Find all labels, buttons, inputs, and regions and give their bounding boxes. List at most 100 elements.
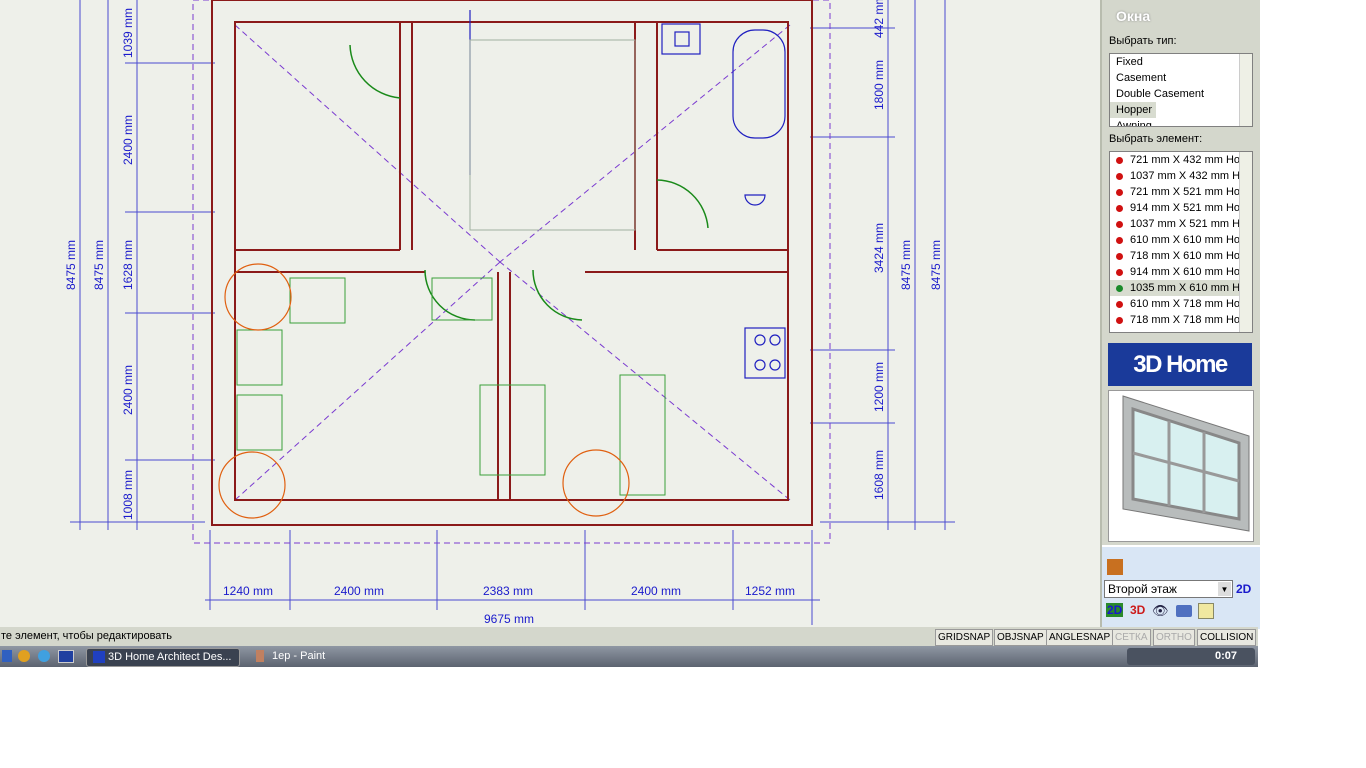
quicklaunch-icon[interactable] xyxy=(2,650,12,662)
type-list-scrollbar[interactable] xyxy=(1239,54,1252,126)
status-dot-icon xyxy=(1116,204,1123,212)
gridsnap-toggle[interactable]: GRIDSNAP xyxy=(935,629,994,646)
element-label: 610 mm X 610 mm Hopper xyxy=(1130,234,1253,246)
element-item[interactable]: 721 mm X 432 mm Hopper xyxy=(1110,152,1252,168)
windows-panel: Окна Выбрать тип: Fixed Casement Double … xyxy=(1100,0,1260,629)
task-paint[interactable]: 1ep - Paint xyxy=(250,648,331,665)
status-dot-icon xyxy=(1116,236,1123,244)
type-item-hopper[interactable]: Hopper xyxy=(1110,102,1157,118)
dim-right-total-2: 8475 mm xyxy=(929,240,943,290)
browser-icon[interactable] xyxy=(38,650,50,662)
dim-bottom-4: 2400 mm xyxy=(631,584,681,598)
box-icon[interactable] xyxy=(1198,603,1214,619)
dim-left-3: 1628 mm xyxy=(121,240,135,290)
dim-bottom-3: 2383 mm xyxy=(483,584,533,598)
status-dot-icon xyxy=(1116,268,1123,276)
floor-select[interactable]: Второй этаж ▼ xyxy=(1104,580,1233,598)
element-item[interactable]: 718 mm X 610 mm Hopper xyxy=(1110,248,1252,264)
element-item[interactable]: 721 mm X 521 mm Hopper xyxy=(1110,184,1252,200)
collision-toggle[interactable]: COLLISION xyxy=(1197,629,1257,646)
dim-right-4: 1200 mm xyxy=(872,362,886,412)
dim-left-1: 1039 mm xyxy=(121,8,135,58)
task-3d-home-architect[interactable]: 3D Home Architect Des... xyxy=(86,648,240,667)
dim-right-3: 3424 mm xyxy=(872,223,886,273)
2d-view-button[interactable]: 2D xyxy=(1106,603,1124,617)
status-dot-icon xyxy=(1116,284,1123,292)
desktop-icon[interactable] xyxy=(58,650,74,663)
status-message: те элемент, чтобы редактировать xyxy=(1,630,172,642)
element-label: 914 mm X 521 mm Hopper xyxy=(1130,202,1253,214)
app-logo: 3D Home Architect xyxy=(1108,343,1252,386)
element-list[interactable]: 721 mm X 432 mm Hopper 1037 mm X 432 mm H… xyxy=(1109,151,1253,333)
dim-bottom-total: 9675 mm xyxy=(484,612,534,626)
element-item[interactable]: 914 mm X 521 mm Hopper xyxy=(1110,200,1252,216)
dim-bottom-1: 1240 mm xyxy=(223,584,273,598)
status-dot-icon xyxy=(1116,300,1123,308)
status-dot-icon xyxy=(1116,188,1123,196)
taskbar: 3D Home Architect Des... 1ep - Paint 0:0… xyxy=(0,646,1258,667)
anglesnap-toggle[interactable]: ANGLESNAP xyxy=(1046,629,1114,646)
element-label: 1037 mm X 521 mm Hopper xyxy=(1130,218,1252,230)
status-dot-icon xyxy=(1116,172,1123,180)
element-label: 718 mm X 718 mm Hopper xyxy=(1130,314,1253,326)
element-item[interactable]: 914 mm X 610 mm Hopper xyxy=(1110,264,1252,280)
element-item[interactable]: 1037 mm X 521 mm Hopper xyxy=(1110,216,1252,232)
3d-view-button[interactable]: 3D xyxy=(1130,603,1145,617)
element-item[interactable]: 610 mm X 610 mm Hopper xyxy=(1110,232,1252,248)
clock: 0:07 xyxy=(1215,650,1238,662)
status-dot-icon xyxy=(1116,252,1123,260)
app-icon xyxy=(93,651,105,664)
element-item[interactable]: 610 mm X 718 mm Hopper xyxy=(1110,296,1252,312)
type-label: Выбрать тип: xyxy=(1109,35,1177,47)
chrome-icon[interactable] xyxy=(18,650,30,662)
element-label: 610 mm X 718 mm Hopper xyxy=(1130,298,1253,310)
type-list[interactable]: Fixed Casement Double Casement Hopper Aw… xyxy=(1109,53,1253,127)
dim-left-total-1: 8475 mm xyxy=(64,240,78,290)
status-dot-icon xyxy=(1116,156,1123,164)
system-tray: 0:07 xyxy=(1127,648,1255,665)
type-item-fixed[interactable]: Fixed xyxy=(1110,54,1252,70)
floor-plan-drawing[interactable]: 1039 mm 2400 mm 1628 mm 2400 mm 1008 mm … xyxy=(0,0,1100,627)
element-label: 1035 mm X 610 mm Hopper xyxy=(1130,282,1252,294)
element-label: 718 mm X 610 mm Hopper xyxy=(1130,250,1253,262)
floor-plan-canvas[interactable]: 1039 mm 2400 mm 1628 mm 2400 mm 1008 mm … xyxy=(0,0,1100,627)
floor-manager-icon[interactable] xyxy=(1107,559,1123,575)
status-bar: те элемент, чтобы редактировать GRIDSNAP… xyxy=(0,627,1258,646)
dim-bottom-5: 1252 mm xyxy=(745,584,795,598)
task-label: 1ep - Paint xyxy=(272,650,326,662)
dim-right-5: 1608 mm xyxy=(872,450,886,500)
type-item-casement[interactable]: Casement xyxy=(1110,70,1252,86)
dim-bottom-2: 2400 mm xyxy=(334,584,384,598)
dim-left-total-2: 8475 mm xyxy=(92,240,106,290)
dim-right-2: 1800 mm xyxy=(872,60,886,110)
panel-title: Окна xyxy=(1116,8,1151,24)
status-dot-icon xyxy=(1116,220,1123,228)
dim-right-1: 442 mm xyxy=(872,0,886,38)
objsnap-toggle[interactable]: OBJSNAP xyxy=(994,629,1047,646)
view-mode-label: 2D xyxy=(1236,582,1252,596)
type-item-awning[interactable]: Awning xyxy=(1110,118,1252,126)
element-label: 721 mm X 432 mm Hopper xyxy=(1130,154,1253,166)
type-item-double-casement[interactable]: Double Casement xyxy=(1110,86,1252,102)
eye-icon[interactable]: 👁 xyxy=(1152,603,1169,619)
element-label: 914 mm X 610 mm Hopper xyxy=(1130,266,1253,278)
dim-left-4: 2400 mm xyxy=(121,365,135,415)
floor-controls: Второй этаж ▼ 2D 2D 3D 👁 xyxy=(1102,545,1260,629)
element-list-scrollbar[interactable] xyxy=(1239,152,1252,332)
element-item[interactable]: 1037 mm X 432 mm Hopper xyxy=(1110,168,1252,184)
element-label: Выбрать элемент: xyxy=(1109,133,1203,145)
paint-icon xyxy=(256,650,264,663)
dim-left-5: 1008 mm xyxy=(121,470,135,520)
chevron-down-icon[interactable]: ▼ xyxy=(1218,582,1231,596)
element-item[interactable]: 1035 mm X 610 mm Hopper xyxy=(1110,280,1252,296)
element-item[interactable]: 718 mm X 718 mm Hopper xyxy=(1110,312,1252,328)
grid-toggle[interactable]: СЕТКА xyxy=(1112,629,1151,646)
element-label: 1037 mm X 432 mm Hopper xyxy=(1130,170,1252,182)
element-label: 721 mm X 521 mm Hopper xyxy=(1130,186,1253,198)
floor-select-value: Второй этаж xyxy=(1108,582,1177,596)
ortho-toggle[interactable]: ORTHO xyxy=(1153,629,1195,646)
task-label: 3D Home Architect Des... xyxy=(108,651,232,663)
dim-left-2: 2400 mm xyxy=(121,115,135,165)
dim-right-total-1: 8475 mm xyxy=(899,240,913,290)
camera-icon[interactable] xyxy=(1176,605,1192,617)
